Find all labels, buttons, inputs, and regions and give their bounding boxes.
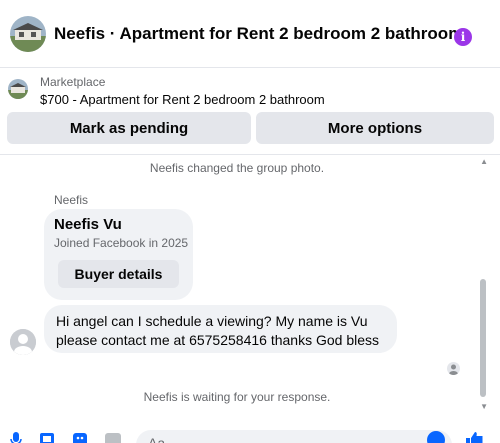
emoji-icon[interactable] <box>427 431 445 443</box>
buyer-details-button[interactable]: Buyer details <box>58 260 179 288</box>
scrollbar-thumb[interactable] <box>480 279 486 397</box>
info-icon[interactable]: i <box>454 28 472 46</box>
microphone-icon[interactable] <box>10 432 22 443</box>
more-options-button[interactable]: More options <box>256 112 494 144</box>
scroll-up-arrow-icon[interactable]: ▲ <box>480 157 488 166</box>
seen-avatar <box>447 362 460 375</box>
profile-card: Neefis Vu Joined Facebook in 2025 Buyer … <box>44 209 193 300</box>
profile-name[interactable]: Neefis Vu <box>54 216 122 233</box>
thumbs-up-icon[interactable] <box>464 432 484 443</box>
profile-joined: Joined Facebook in 2025 <box>54 236 189 250</box>
group-avatar[interactable] <box>10 15 46 52</box>
sender-name: Neefis <box>54 193 89 207</box>
listing-thumbnail[interactable] <box>8 79 28 99</box>
conversation-header: Neefis · Apartment for Rent 2 bedroom 2 … <box>0 0 500 68</box>
sticker-icon[interactable] <box>72 432 88 443</box>
image-icon[interactable] <box>39 432 57 443</box>
mark-as-pending-button[interactable]: Mark as pending <box>7 112 251 144</box>
marketplace-label: Marketplace <box>40 75 106 89</box>
gif-icon[interactable] <box>104 432 122 443</box>
conversation-title: Neefis · Apartment for Rent 2 bedroom 2 … <box>54 23 464 43</box>
message-input[interactable]: Aa <box>136 430 452 443</box>
scroll-down-arrow-icon[interactable]: ▼ <box>480 402 488 411</box>
marketplace-panel: Marketplace $700 - Apartment for Rent 2 … <box>0 69 500 155</box>
group-photo-notice: Neefis changed the group photo. <box>149 161 325 175</box>
listing-title[interactable]: $700 - Apartment for Rent 2 bedroom 2 ba… <box>40 92 325 107</box>
waiting-notice: Neefis is waiting for your response. <box>143 390 331 404</box>
message-bubble[interactable]: Hi angel can I schedule a viewing? My na… <box>44 305 397 353</box>
sender-avatar[interactable] <box>10 329 36 355</box>
message-composer: Aa <box>0 424 500 443</box>
